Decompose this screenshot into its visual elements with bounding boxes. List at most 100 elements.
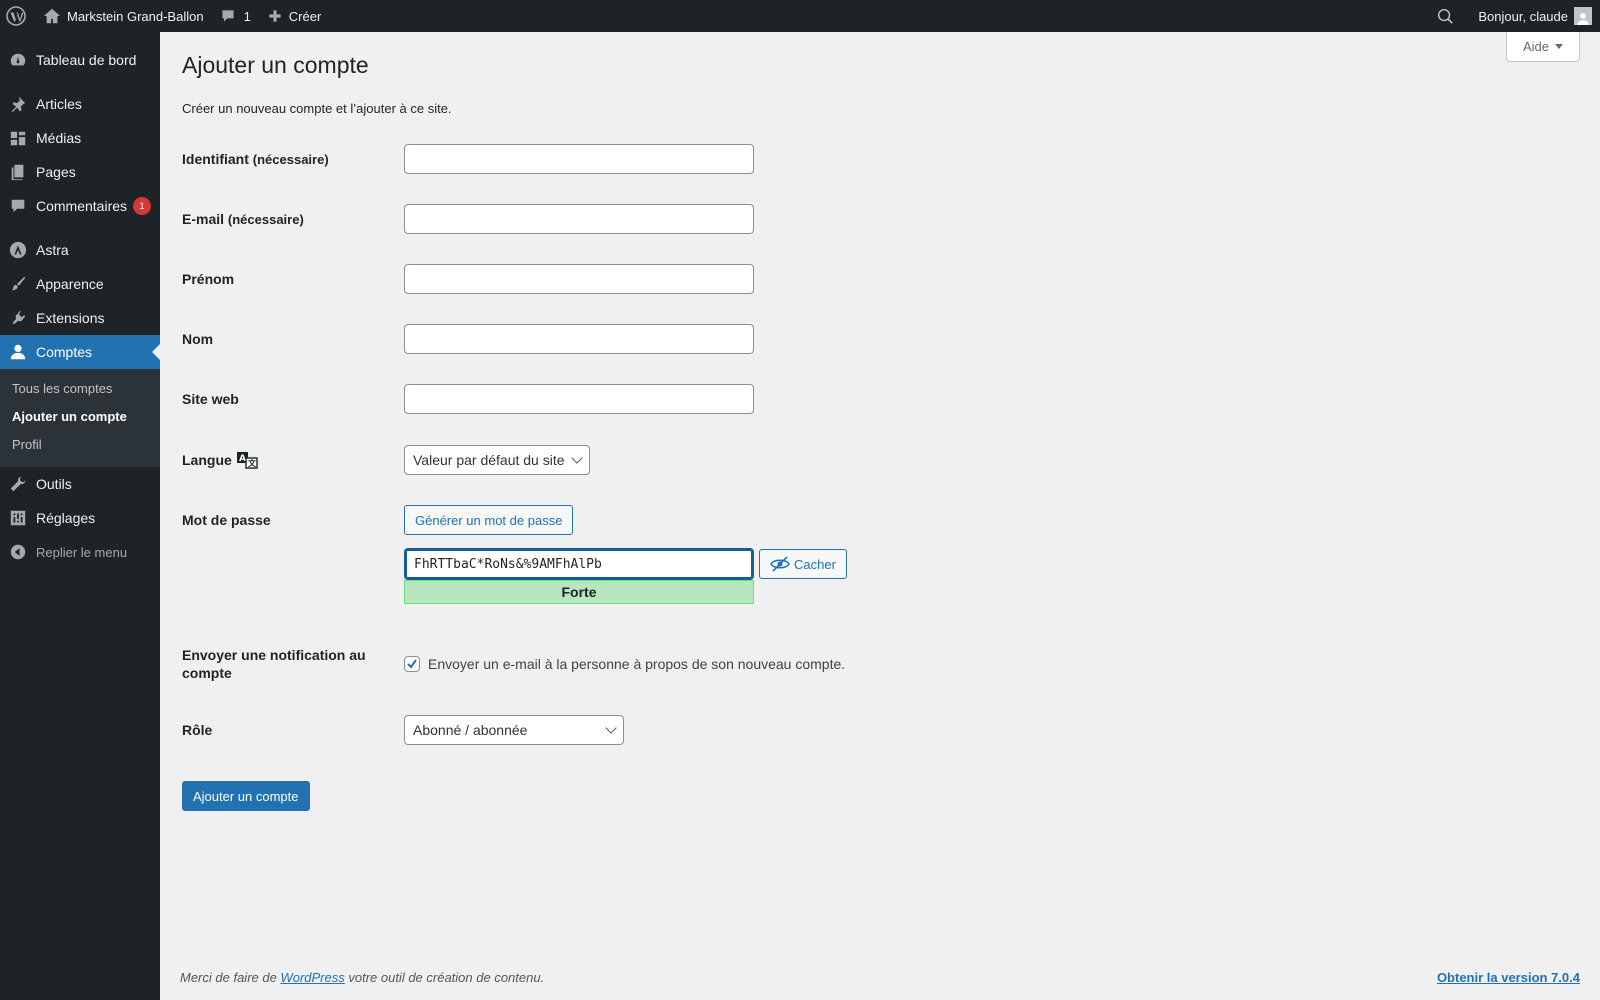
footer-thanks: Merci de faire de WordPress votre outil … [180,970,545,985]
page-title: Ajouter un compte [182,52,369,78]
wrench-icon [8,474,28,494]
sidebar-item-articles[interactable]: Articles [0,87,160,121]
sidebar-item-extensions[interactable]: Extensions [0,301,160,335]
collapse-icon [8,542,28,562]
pin-icon [8,94,28,114]
email-row: E-mail (nécessaire) [182,204,754,234]
user-avatar-icon [1577,13,1589,25]
sidebar-item-appearance[interactable]: Apparence [0,267,160,301]
add-account-button[interactable]: Ajouter un compte [182,781,310,811]
collapse-menu-button[interactable]: Replier le menu [0,535,160,569]
sidebar-item-label: Articles [36,96,82,112]
help-label: Aide [1522,39,1550,54]
wordpress-icon [6,6,26,26]
website-row: Site web [182,384,754,414]
lastname-label: Nom [182,331,214,347]
sidebar-item-label: Apparence [36,276,104,292]
plugin-icon [8,308,28,328]
role-label: Rôle [182,722,213,738]
language-row: Langue A文 Valeur par défaut du site [182,445,590,475]
password-row: Mot de passe Générer un mot de passe [182,505,574,535]
search-icon [1438,8,1454,24]
wordpress-link[interactable]: WordPress [280,970,344,985]
sidebar-item-pages[interactable]: Pages [0,155,160,189]
site-name-link[interactable]: Markstein Grand-Ballon [35,0,212,32]
chevron-down-icon [571,452,583,464]
firstname-label: Prénom [182,271,235,287]
lastname-field[interactable] [404,324,754,354]
submit-row: Ajouter un compte [182,781,310,811]
chevron-down-icon [605,722,617,734]
required-note: (nécessaire) [227,212,304,227]
sidebar-item-label: Replier le menu [36,544,128,560]
username-row: Identifiant (nécessaire) [182,144,754,174]
media-icon [8,128,28,148]
email-field[interactable] [404,204,754,234]
notify-checkbox[interactable] [404,656,420,672]
plus-icon [269,10,281,22]
sidebar-item-label: Comptes [36,344,93,360]
svg-text:A: A [239,454,246,464]
website-field[interactable] [404,384,754,414]
my-account-menu[interactable]: Bonjour, claude [1470,0,1600,32]
website-label: Site web [182,391,239,407]
help-tab-button[interactable]: Aide [1506,32,1580,62]
sidebar-item-label: Commentaires [36,198,128,214]
caret-down-icon [1555,44,1564,49]
dashboard-icon [8,50,28,70]
hide-password-label: Cacher [794,556,836,572]
comments-link[interactable]: 1 [212,0,259,32]
home-icon [43,8,61,24]
sidebar-item-comments[interactable]: Commentaires 1 [0,189,160,223]
role-select[interactable]: Abonné / abonnée [404,715,624,745]
sidebar-item-dashboard[interactable]: Tableau de bord [0,43,160,77]
submenu-all-accounts[interactable]: Tous les comptes [0,376,160,404]
footer: Merci de faire de WordPress votre outil … [180,970,1580,985]
generate-password-button[interactable]: Générer un mot de passe [404,505,574,535]
site-name: Markstein Grand-Ballon [67,8,204,24]
sidebar-item-label: Médias [36,130,82,146]
role-row: Rôle Abonné / abonnée [182,715,624,745]
comment-icon [8,196,28,216]
sidebar-item-medias[interactable]: Médias [0,121,160,155]
upgrade-link[interactable]: Obtenir la version 7.0.4 [1437,970,1580,985]
user-icon [8,342,28,362]
settings-icon [8,508,28,528]
firstname-field[interactable] [404,264,754,294]
submenu-profile[interactable]: Profil [0,432,160,460]
sidebar-item-accounts[interactable]: Comptes [0,335,160,369]
sidebar-item-label: Extensions [36,310,105,326]
password-strength-row: Forte [182,580,754,604]
submenu-add-account[interactable]: Ajouter un compte [0,404,160,432]
sidebar-item-astra[interactable]: Astra [0,233,160,267]
language-selected: Valeur par défaut du site [413,452,565,468]
firstname-row: Prénom [182,264,754,294]
role-selected: Abonné / abonnée [413,722,528,738]
email-label: E-mail (nécessaire) [182,211,304,227]
sidebar-item-label: Tableau de bord [36,52,137,68]
translation-icon: A文 [236,452,258,469]
new-content-link[interactable]: Créer [259,0,330,32]
username-field[interactable] [404,144,754,174]
hide-password-button[interactable]: Cacher [759,549,847,579]
avatar [1574,7,1592,25]
password-input[interactable]: FhRTTbaC*RoNs&%9AMFhAlPb [404,548,754,580]
notify-text: Envoyer un e-mail à la personne à propos… [428,656,846,672]
checkmark-icon [407,659,417,669]
main-content: Aide Ajouter un compte Créer un nouveau … [160,32,1600,1000]
greeting: Bonjour, claude [1478,8,1568,24]
sidebar-item-tools[interactable]: Outils [0,467,160,501]
language-select[interactable]: Valeur par défaut du site [404,445,590,475]
sidebar-item-label: Astra [36,242,69,258]
comments-badge: 1 [133,197,152,215]
new-label: Créer [288,8,322,24]
svg-text:文: 文 [248,458,257,468]
sidebar-item-settings[interactable]: Réglages [0,501,160,535]
notify-row: Envoyer une notification au compte Envoy… [182,646,845,682]
sidebar-item-label: Pages [36,164,76,180]
pages-icon [8,162,28,182]
search-button[interactable] [1428,0,1470,32]
wordpress-logo-button[interactable] [0,0,35,32]
lastname-row: Nom [182,324,754,354]
sidebar-item-label: Réglages [36,510,96,526]
